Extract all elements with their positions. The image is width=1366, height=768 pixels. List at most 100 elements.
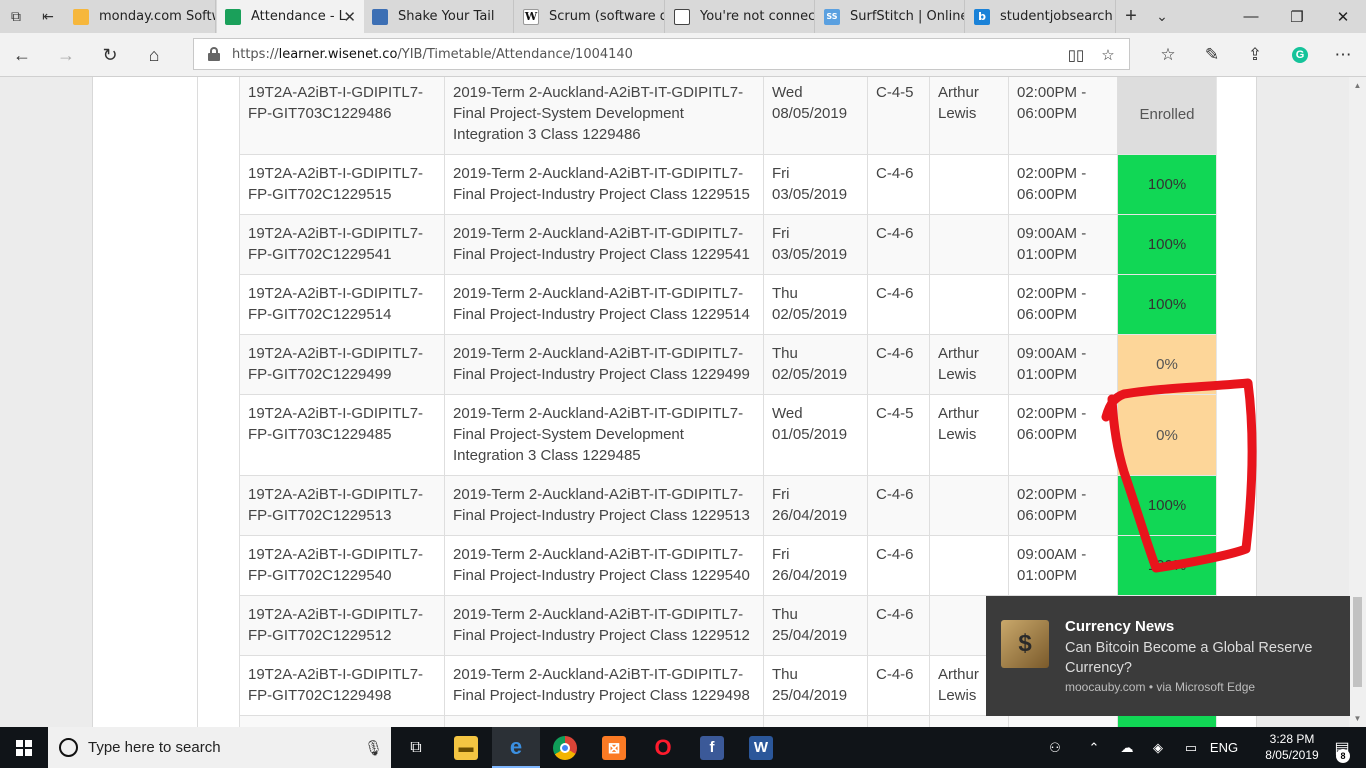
class-description-cell: 2019-Term 2-Auckland-A2iBT-IT-GDIPITL7- F… xyxy=(444,655,764,716)
restore-button[interactable]: ❐ xyxy=(1274,0,1320,33)
battery-icon[interactable]: ▭ xyxy=(1178,727,1204,768)
facebook-icon[interactable]: f xyxy=(688,727,736,768)
class-description-cell: 2019-Term 2-Auckland-A2iBT-IT-GDIPITL7- F… xyxy=(444,334,764,395)
table-row: 19T2A-A2iBT-I-GDIPITL7- FP-GIT702C1229540… xyxy=(239,535,1217,596)
class-code-line: 19T2A-A2iBT-I-GDIPITL7- xyxy=(248,666,424,683)
tutor-cell xyxy=(929,535,1009,596)
forward-arrow-icon[interactable]: → xyxy=(50,39,82,71)
room-line: C-4-5 xyxy=(876,84,914,101)
opera-icon[interactable]: O xyxy=(639,727,687,768)
class-code-line: 19T2A-A2iBT-I-GDIPITL7- xyxy=(248,486,424,503)
table-row xyxy=(239,715,1217,727)
class-description-cell: 2019-Term 2-Auckland-A2iBT-IT-GDIPITL7- F… xyxy=(444,77,764,155)
people-icon[interactable]: ⚇ xyxy=(1042,727,1068,768)
search-placeholder: Type here to search xyxy=(88,739,221,756)
session-date-line: Fri xyxy=(772,165,790,182)
notification-title: Currency News xyxy=(1065,618,1175,635)
settings-more-icon[interactable]: ⋯ xyxy=(1326,39,1360,71)
class-description-line: Integration 3 Class 1229486 xyxy=(453,126,641,143)
tutor-line: Lewis xyxy=(938,366,977,383)
class-description-line: Integration 3 Class 1229485 xyxy=(453,447,641,464)
reading-view-icon[interactable]: ▯▯ xyxy=(1062,45,1090,65)
session-date-cell: Wed 01/05/2019 xyxy=(763,394,868,476)
scroll-down-arrow-icon[interactable]: ▼ xyxy=(1349,710,1366,727)
edge-browser-icon[interactable]: e xyxy=(492,727,540,768)
navigation-bar: ← → ↻ ⌂ https://learner.wisenet.co/YIB/T… xyxy=(0,33,1366,77)
session-date-line: Thu xyxy=(772,666,798,683)
monday-favicon-icon xyxy=(73,8,89,25)
task-view-button[interactable]: ⧉ xyxy=(392,727,440,768)
session-time-cell: 02:00PM - 06:00PM xyxy=(1008,394,1118,476)
browser-tab[interactable]: W Scrum (software de xyxy=(515,0,665,33)
class-description-line: 2019-Term 2-Auckland-A2iBT-IT-GDIPITL7- xyxy=(453,486,744,503)
class-code-cell: 19T2A-A2iBT-I-GDIPITL7- FP-GIT703C1229485 xyxy=(239,394,445,476)
refresh-icon[interactable]: ↻ xyxy=(94,39,126,71)
browser-tab[interactable]: SS SurfStitch | Online xyxy=(816,0,965,33)
attendance-status-label: 0% xyxy=(1156,426,1178,444)
class-description-line: Final Project-Industry Project Class 122… xyxy=(453,567,750,584)
class-description-line: Final Project-System Development xyxy=(453,105,684,122)
favorite-star-icon[interactable]: ☆ xyxy=(1094,45,1122,65)
session-date-line: 01/05/2019 xyxy=(772,426,848,443)
attendance-status-cell: 0% xyxy=(1117,394,1217,476)
home-icon[interactable]: ⌂ xyxy=(138,39,170,71)
tutor-cell xyxy=(929,274,1009,335)
tab-close-icon[interactable]: ✕ xyxy=(343,8,356,26)
notification-body: Can Bitcoin Become a Global Reserve Curr… xyxy=(1065,640,1313,676)
class-code-cell: 19T2A-A2iBT-I-GDIPITL7- FP-GIT702C1229515 xyxy=(239,154,445,215)
back-arrow-icon[interactable]: ← xyxy=(6,39,38,71)
url-text[interactable]: https://learner.wisenet.co/YIB/Timetable… xyxy=(232,47,633,62)
class-code-line: 19T2A-A2iBT-I-GDIPITL7- xyxy=(248,345,424,362)
close-window-button[interactable]: ✕ xyxy=(1320,0,1366,33)
network-cloud-icon[interactable]: ☁ xyxy=(1114,727,1140,768)
browser-tab[interactable]: b studentjobsearch - xyxy=(966,0,1116,33)
new-tab-button[interactable]: + xyxy=(1115,0,1147,33)
tutor-line: Arthur xyxy=(938,345,979,362)
notification-toast[interactable]: $ Currency News Can Bitcoin Become a Glo… xyxy=(986,596,1350,716)
session-date-line: Fri xyxy=(772,486,790,503)
share-icon[interactable]: ⇪ xyxy=(1238,39,1272,71)
microphone-icon[interactable]: 🎙 xyxy=(364,739,383,757)
browser-tab[interactable]: Shake Your Tail xyxy=(364,0,514,33)
system-clock[interactable]: 3:28 PM 8/05/2019 xyxy=(1256,731,1328,763)
show-hidden-icons-chevron-icon[interactable]: ⌃ xyxy=(1082,727,1106,768)
tab-list-button[interactable]: ⌄ xyxy=(1146,0,1178,33)
session-date-line: Wed xyxy=(772,405,803,422)
grammarly-extension-icon[interactable]: G xyxy=(1283,39,1317,71)
chrome-icon[interactable] xyxy=(541,727,589,768)
cortana-icon xyxy=(59,738,78,757)
session-time-line: 06:00PM xyxy=(1017,306,1078,323)
browser-tab[interactable]: Attendance - L ✕ xyxy=(217,0,364,33)
dropbox-icon[interactable]: ◈ xyxy=(1146,727,1170,768)
session-time-line: 06:00PM xyxy=(1017,426,1078,443)
xampp-icon[interactable]: ⊠ xyxy=(590,727,638,768)
vertical-scrollbar[interactable]: ▲ ▼ xyxy=(1349,77,1366,727)
browser-tab[interactable]: You're not connect xyxy=(666,0,815,33)
set-tabs-aside-icon[interactable]: ⇤ xyxy=(32,0,64,33)
table-row: 19T2A-A2iBT-I-GDIPITL7- FP-GIT702C1229514… xyxy=(239,274,1217,335)
favorites-hub-icon[interactable]: ☆ xyxy=(1151,39,1185,71)
scrollbar-thumb[interactable] xyxy=(1353,597,1362,687)
surfstitch-favicon-icon: SS xyxy=(824,8,840,25)
start-button[interactable] xyxy=(0,727,48,768)
word-icon[interactable]: W xyxy=(737,727,785,768)
file-explorer-icon[interactable]: ▬ xyxy=(442,727,490,768)
class-code-line: FP-GIT702C1229498 xyxy=(248,687,392,704)
language-indicator[interactable]: ENG xyxy=(1210,727,1238,768)
minimize-button[interactable]: — xyxy=(1228,0,1274,33)
taskbar-search-box[interactable]: Type here to search 🎙 xyxy=(48,727,391,768)
room-cell: C-4-6 xyxy=(867,334,930,395)
tab-manager-icon[interactable]: ⧉ xyxy=(0,0,32,33)
browser-tab[interactable]: monday.com Softw xyxy=(65,0,216,33)
session-date-line: 26/04/2019 xyxy=(772,567,848,584)
session-date-line: Fri xyxy=(772,546,790,563)
class-code-line: 19T2A-A2iBT-I-GDIPITL7- xyxy=(248,405,424,422)
table-row: 19T2A-A2iBT-I-GDIPITL7- FP-GIT702C1229499… xyxy=(239,334,1217,395)
clock-date: 8/05/2019 xyxy=(1265,748,1319,762)
address-bar[interactable]: https://learner.wisenet.co/YIB/Timetable… xyxy=(193,38,1130,70)
tutor-line: Lewis xyxy=(938,426,977,443)
table-row: 19T2A-A2iBT-I-GDIPITL7- FP-GIT703C1229486… xyxy=(239,77,1217,155)
class-description-line: Final Project-System Development xyxy=(453,426,684,443)
scroll-up-arrow-icon[interactable]: ▲ xyxy=(1349,77,1366,94)
pen-notes-icon[interactable]: ✎ xyxy=(1195,39,1229,71)
